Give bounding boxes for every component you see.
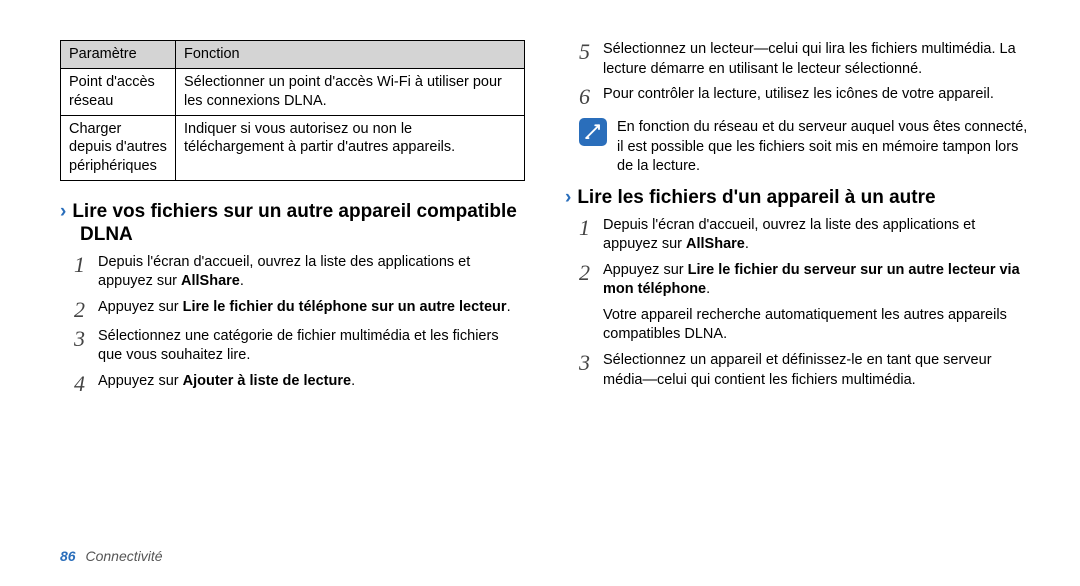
step-text: Depuis l'écran d'accueil, ouvrez la list… xyxy=(98,253,525,292)
step-number: 6 xyxy=(579,85,603,108)
cell-param: Point d'accès réseau xyxy=(61,68,176,115)
section-heading: ›Lire les fichiers d'un appareil à un au… xyxy=(565,187,1030,210)
params-table: Paramètre Fonction Point d'accès réseau … xyxy=(60,40,525,181)
step-text: Sélectionnez un appareil et définissez-l… xyxy=(603,351,1030,390)
step-number: 1 xyxy=(579,216,603,239)
section-lire-vos-fichiers: ›Lire vos fichiers sur un autre appareil… xyxy=(60,201,525,401)
cell-func: Indiquer si vous autorisez ou non le tél… xyxy=(176,115,525,181)
step-6: 6 Pour contrôler la lecture, utilisez le… xyxy=(565,85,1030,108)
step-text: Appuyez sur Lire le fichier du téléphone… xyxy=(98,298,525,318)
step-text: Sélectionnez un lecteur—celui qui lira l… xyxy=(603,40,1030,79)
chevron-icon: › xyxy=(60,201,66,222)
note-icon xyxy=(579,118,607,146)
note: En fonction du réseau et du serveur auqu… xyxy=(565,118,1030,177)
page-section: Connectivité xyxy=(85,548,162,564)
step-text: Pour contrôler la lecture, utilisez les … xyxy=(603,85,1030,105)
step-3: 3 Sélectionnez un appareil et définissez… xyxy=(565,351,1030,390)
page-number: 86 xyxy=(60,548,76,564)
table-row: Point d'accès réseau Sélectionner un poi… xyxy=(61,68,525,115)
page-body: Paramètre Fonction Point d'accès réseau … xyxy=(60,40,1030,530)
step-number: 4 xyxy=(74,372,98,395)
th-parametre: Paramètre xyxy=(61,41,176,69)
section-heading: ›Lire vos fichiers sur un autre appareil… xyxy=(60,201,525,247)
th-fonction: Fonction xyxy=(176,41,525,69)
step-number: 3 xyxy=(579,351,603,374)
step-text: Sélectionnez une catégorie de fichier mu… xyxy=(98,327,525,366)
note-text: En fonction du réseau et du serveur auqu… xyxy=(617,118,1030,177)
table-row: Charger depuis d'autres périphériques In… xyxy=(61,115,525,181)
step-2: 2 Appuyez sur Lire le fichier du télépho… xyxy=(60,298,525,321)
step-5: 5 Sélectionnez un lecteur—celui qui lira… xyxy=(565,40,1030,79)
cell-func: Sélectionner un point d'accès Wi-Fi à ut… xyxy=(176,68,525,115)
step-text: Appuyez sur Ajouter à liste de lecture. xyxy=(98,372,525,392)
step-3: 3 Sélectionnez une catégorie de fichier … xyxy=(60,327,525,366)
step-number: 3 xyxy=(74,327,98,350)
step-2: 2 Appuyez sur Lire le fichier du serveur… xyxy=(565,261,1030,345)
step-text: Appuyez sur Lire le fichier du serveur s… xyxy=(603,261,1030,345)
page-footer: 86 Connectivité xyxy=(60,548,163,564)
right-column: 5 Sélectionnez un lecteur—celui qui lira… xyxy=(565,40,1030,530)
step-number: 1 xyxy=(74,253,98,276)
left-column: Paramètre Fonction Point d'accès réseau … xyxy=(60,40,525,530)
step-1: 1 Depuis l'écran d'accueil, ouvrez la li… xyxy=(565,216,1030,255)
step-4: 4 Appuyez sur Ajouter à liste de lecture… xyxy=(60,372,525,395)
step-1: 1 Depuis l'écran d'accueil, ouvrez la li… xyxy=(60,253,525,292)
step-number: 5 xyxy=(579,40,603,63)
chevron-icon: › xyxy=(565,187,571,208)
cell-param: Charger depuis d'autres périphériques xyxy=(61,115,176,181)
step-number: 2 xyxy=(74,298,98,321)
step-text: Depuis l'écran d'accueil, ouvrez la list… xyxy=(603,216,1030,255)
step-number: 2 xyxy=(579,261,603,284)
section-lire-les-fichiers: ›Lire les fichiers d'un appareil à un au… xyxy=(565,187,1030,396)
